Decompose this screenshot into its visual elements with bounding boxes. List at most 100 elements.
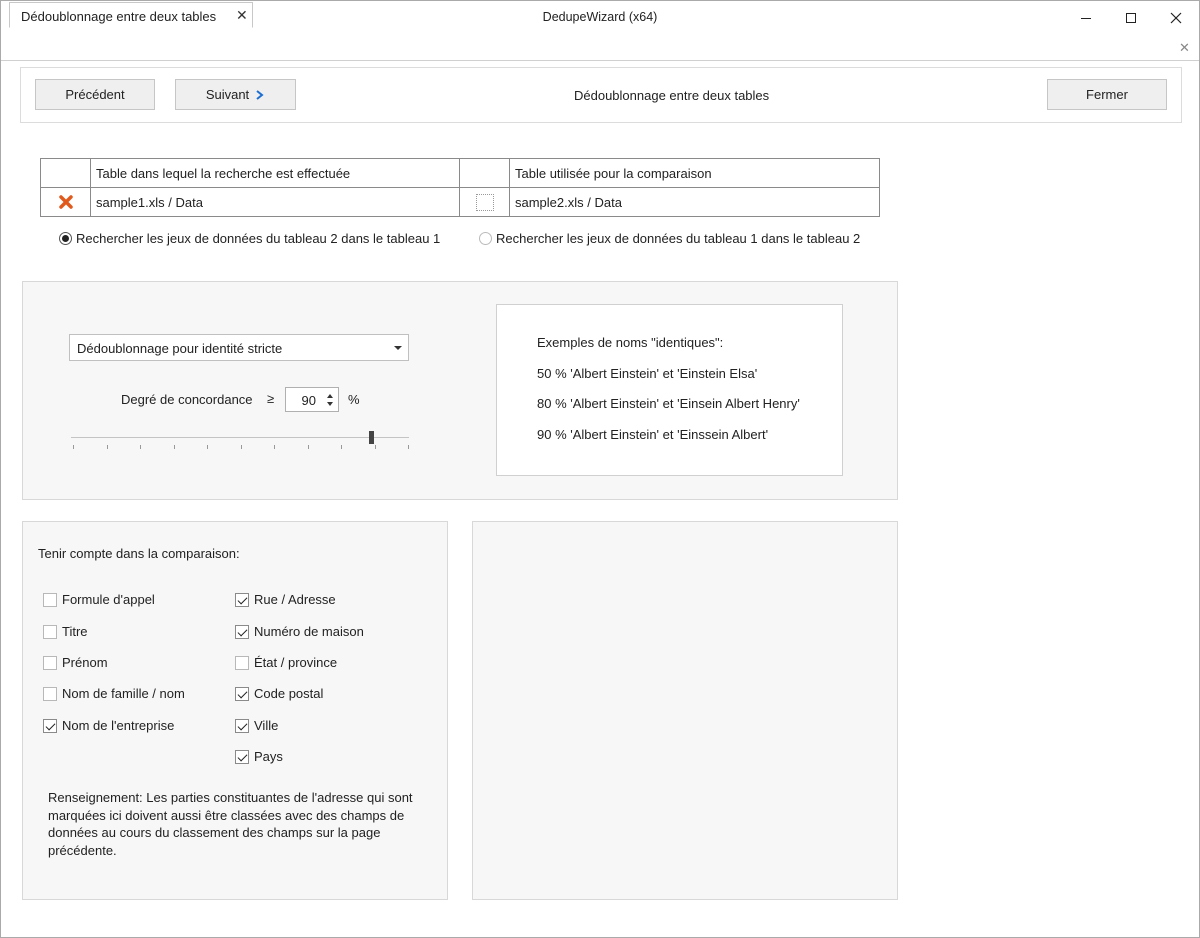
header-icon-cell: [459, 158, 510, 188]
field-label: Ville: [254, 718, 279, 733]
close-button-label: Fermer: [1086, 87, 1128, 102]
chevron-down-icon: [394, 346, 402, 350]
slider-tick: [140, 445, 141, 449]
checkbox-checked-icon[interactable]: [235, 686, 249, 701]
checkbox-checked-icon[interactable]: [43, 718, 57, 733]
slider-tick: [207, 445, 208, 449]
checkbox-icon[interactable]: [43, 624, 57, 639]
close-button[interactable]: Fermer: [1047, 79, 1167, 110]
slider-tick: [241, 445, 242, 449]
tab-strip: [1, 35, 1199, 61]
field-label: Numéro de maison: [254, 624, 364, 639]
dedup-mode-select[interactable]: Dédoublonnage pour identité stricte: [69, 334, 409, 361]
checkbox-checked-icon[interactable]: [235, 624, 249, 639]
slider-tick: [73, 445, 74, 449]
checkbox-icon[interactable]: [235, 655, 249, 670]
field-label: Titre: [62, 624, 88, 639]
field-label: Pays: [254, 749, 283, 764]
radio-unselected-icon[interactable]: [479, 232, 492, 245]
close-icon: [1170, 12, 1182, 24]
slider-tick: [341, 445, 342, 449]
degree-slider-thumb[interactable]: [369, 431, 374, 444]
radio-selected-icon[interactable]: [59, 232, 72, 245]
next-button[interactable]: Suivant: [175, 79, 296, 110]
example-line: 50 % 'Albert Einstein' et 'Einstein Elsa…: [537, 366, 758, 381]
checkbox-icon[interactable]: [43, 655, 57, 670]
field-checkbox-firstname[interactable]: Prénom: [43, 655, 108, 670]
fields-hint: Renseignement: Les parties constituantes…: [48, 790, 413, 858]
empty-panel: [472, 521, 898, 900]
spin-down-icon[interactable]: [327, 402, 333, 406]
tables-row: sample1.xls / Data sample2.xls / Data: [40, 187, 880, 217]
app-window: DedupeWizard (x64) Dédoublonnage entre d…: [0, 0, 1200, 938]
degree-operator: ≥: [267, 391, 275, 406]
tab-label: Dédoublonnage entre deux tables: [21, 9, 217, 24]
field-label: Rue / Adresse: [254, 592, 336, 607]
field-checkbox-street[interactable]: Rue / Adresse: [235, 592, 336, 607]
field-checkbox-state[interactable]: État / province: [235, 655, 337, 670]
field-label: Code postal: [254, 686, 324, 701]
slider-tick: [174, 445, 175, 449]
header-search-table: Table dans lequel la recherche est effec…: [90, 158, 460, 188]
spin-up-icon[interactable]: [327, 394, 333, 398]
chevron-right-icon: [256, 89, 264, 100]
matching-panel: Dédoublonnage pour identité stricte Degr…: [22, 281, 898, 500]
remove-cell[interactable]: [40, 187, 91, 217]
checkbox-icon[interactable]: [43, 686, 57, 701]
tab-close-icon[interactable]: ✕: [236, 7, 248, 24]
checkbox-checked-icon[interactable]: [235, 718, 249, 733]
field-checkbox-housenumber[interactable]: Numéro de maison: [235, 624, 364, 639]
previous-button-label: Précédent: [65, 87, 125, 102]
field-label: Formule d'appel: [62, 592, 155, 607]
field-checkbox-zip[interactable]: Code postal: [235, 686, 323, 701]
wizard-toolbar: Précédent Suivant Dédoublonnage entre de…: [20, 67, 1182, 123]
close-all-tabs-icon[interactable]: ✕: [1179, 40, 1190, 56]
maximize-icon: [1126, 13, 1136, 23]
search-mode-option-2[interactable]: Rechercher les jeux de données du tablea…: [479, 231, 860, 246]
slider-tick: [408, 445, 409, 449]
minimize-icon: [1081, 18, 1091, 19]
tables-header-row: Table dans lequel la recherche est effec…: [40, 158, 880, 188]
maximize-button[interactable]: [1108, 1, 1154, 35]
dedup-mode-value: Dédoublonnage pour identité stricte: [77, 341, 283, 356]
field-checkbox-lastname[interactable]: Nom de famille / nom: [43, 686, 185, 701]
degree-slider-track[interactable]: [71, 437, 409, 438]
compare-table-value[interactable]: sample2.xls / Data: [509, 187, 880, 217]
search-mode-option-2-label: Rechercher les jeux de données du tablea…: [496, 231, 861, 246]
degree-spinner[interactable]: 90: [285, 387, 339, 412]
search-table-value[interactable]: sample1.xls / Data: [90, 187, 460, 217]
slider-tick: [308, 445, 309, 449]
fields-title: Tenir compte dans la comparaison:: [38, 546, 240, 561]
field-label: Prénom: [62, 655, 108, 670]
field-label: État / province: [254, 655, 338, 670]
field-checkbox-title[interactable]: Titre: [43, 624, 88, 639]
examples-title: Exemples de noms "identiques":: [537, 335, 724, 350]
previous-button[interactable]: Précédent: [35, 79, 155, 110]
example-line: 80 % 'Albert Einstein' et 'Einsein Alber…: [537, 396, 800, 411]
degree-value: 90: [301, 393, 316, 408]
field-checkbox-country[interactable]: Pays: [235, 749, 283, 764]
field-checkbox-company[interactable]: Nom de l'entreprise: [43, 718, 174, 733]
page-title: Dédoublonnage entre deux tables: [574, 88, 770, 103]
checkbox-checked-icon[interactable]: [235, 592, 249, 607]
examples-box: Exemples de noms "identiques": 50 % 'Alb…: [496, 304, 843, 476]
checkbox-icon[interactable]: [43, 592, 57, 607]
slider-tick: [107, 445, 108, 449]
degree-unit: %: [348, 392, 360, 407]
search-mode-option-1-label: Rechercher les jeux de données du tablea…: [76, 231, 441, 246]
close-window-button[interactable]: [1153, 1, 1199, 35]
degree-label: Degré de concordance: [121, 392, 253, 407]
search-mode-option-1[interactable]: Rechercher les jeux de données du tablea…: [59, 231, 440, 246]
compare-select-box[interactable]: [475, 193, 494, 211]
checkbox-checked-icon[interactable]: [235, 749, 249, 764]
field-label: Nom de famille / nom: [62, 686, 185, 701]
field-checkbox-city[interactable]: Ville: [235, 718, 278, 733]
tab-dedup[interactable]: Dédoublonnage entre deux tables ✕: [9, 2, 253, 28]
remove-x-icon[interactable]: [58, 194, 74, 210]
field-checkbox-salutation[interactable]: Formule d'appel: [43, 592, 155, 607]
tables-grid: Table dans lequel la recherche est effec…: [40, 158, 880, 217]
minimize-button[interactable]: [1063, 1, 1109, 35]
compare-select-cell[interactable]: [459, 187, 510, 217]
slider-tick: [375, 445, 376, 449]
example-line: 90 % 'Albert Einstein' et 'Einssein Albe…: [537, 427, 769, 442]
